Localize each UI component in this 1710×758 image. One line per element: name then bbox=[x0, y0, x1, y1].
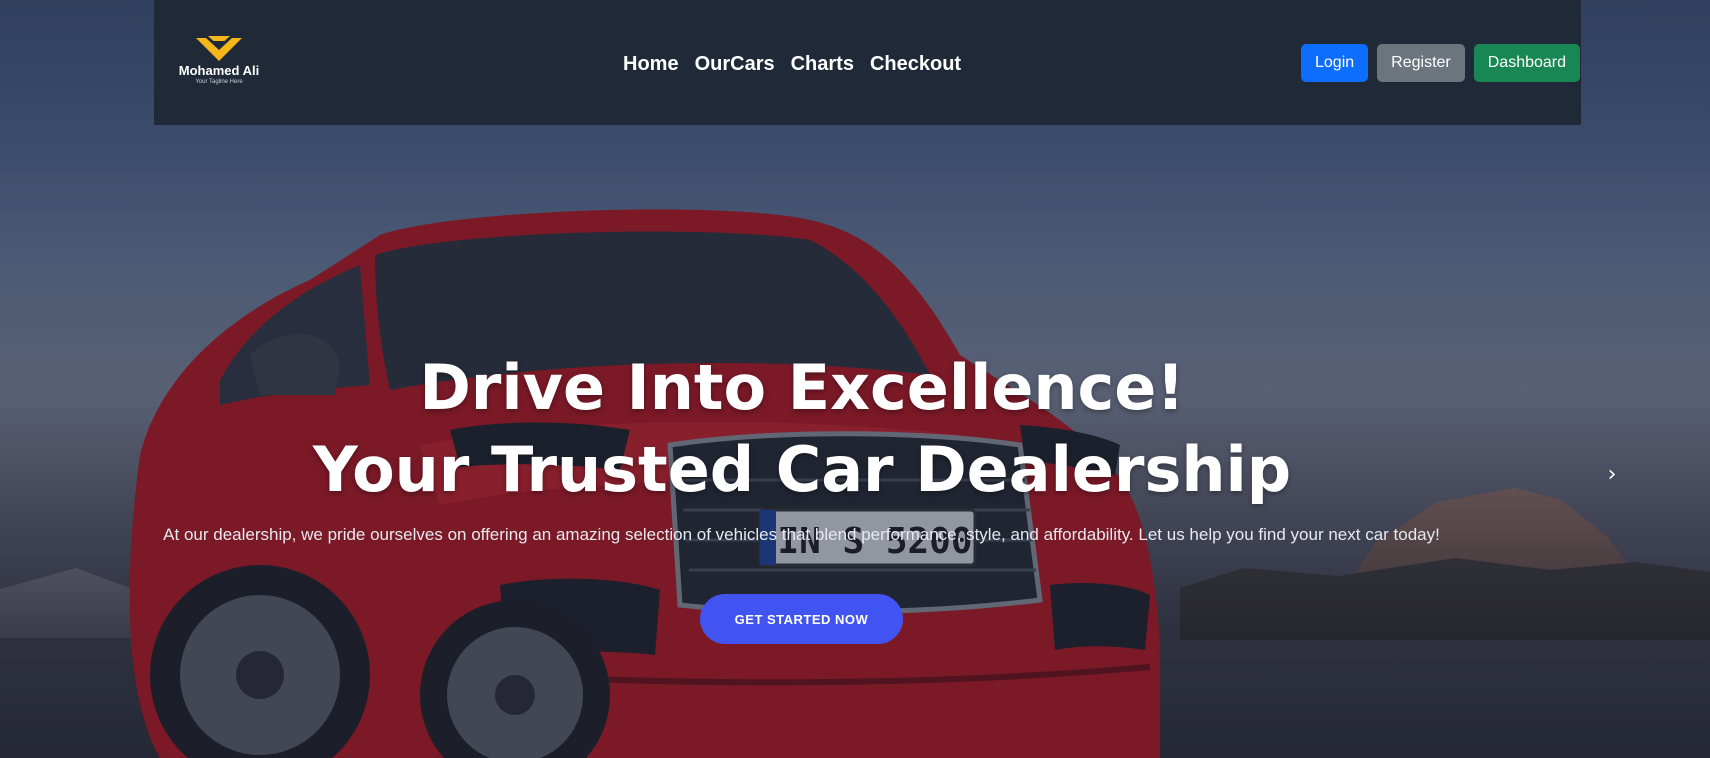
get-started-button[interactable]: GET STARTED NOW bbox=[700, 594, 903, 644]
nav-link-charts[interactable]: Charts bbox=[791, 50, 854, 78]
dashboard-button[interactable]: Dashboard bbox=[1473, 44, 1581, 82]
brand-name: Mohamed Ali bbox=[178, 63, 260, 78]
carousel-next-control[interactable]: › bbox=[1600, 460, 1624, 490]
brand-logo[interactable]: Mohamed Ali Your Tagline Here bbox=[174, 34, 264, 94]
hero-headline: Drive Into Excellence! Your Trusted Car … bbox=[0, 347, 1604, 511]
nav-link-home[interactable]: Home bbox=[623, 50, 679, 78]
brand-tagline: Your Tagline Here bbox=[195, 79, 243, 85]
nav-link-ourcars[interactable]: OurCars bbox=[695, 50, 775, 78]
register-button[interactable]: Register bbox=[1377, 44, 1465, 82]
chevron-right-icon: › bbox=[1607, 462, 1617, 487]
hero-headline-line1: Drive Into Excellence! bbox=[419, 350, 1185, 424]
hero-headline-line2: Your Trusted Car Dealership bbox=[312, 432, 1292, 506]
top-navbar: Mohamed Ali Your Tagline Here Home OurCa… bbox=[154, 0, 1581, 125]
main-nav-links: Home OurCars Charts Checkout bbox=[623, 50, 961, 78]
hero-description: At our dealership, we pride ourselves on… bbox=[163, 525, 1440, 544]
nav-link-checkout[interactable]: Checkout bbox=[870, 50, 961, 78]
login-button[interactable]: Login bbox=[1301, 44, 1369, 82]
hero-section: IN S 5200 Mohamed Ali Your Tagline Here bbox=[0, 0, 1710, 758]
auth-button-group: Login Register Dashboard bbox=[1301, 44, 1581, 82]
crown-logo-icon bbox=[196, 36, 242, 61]
